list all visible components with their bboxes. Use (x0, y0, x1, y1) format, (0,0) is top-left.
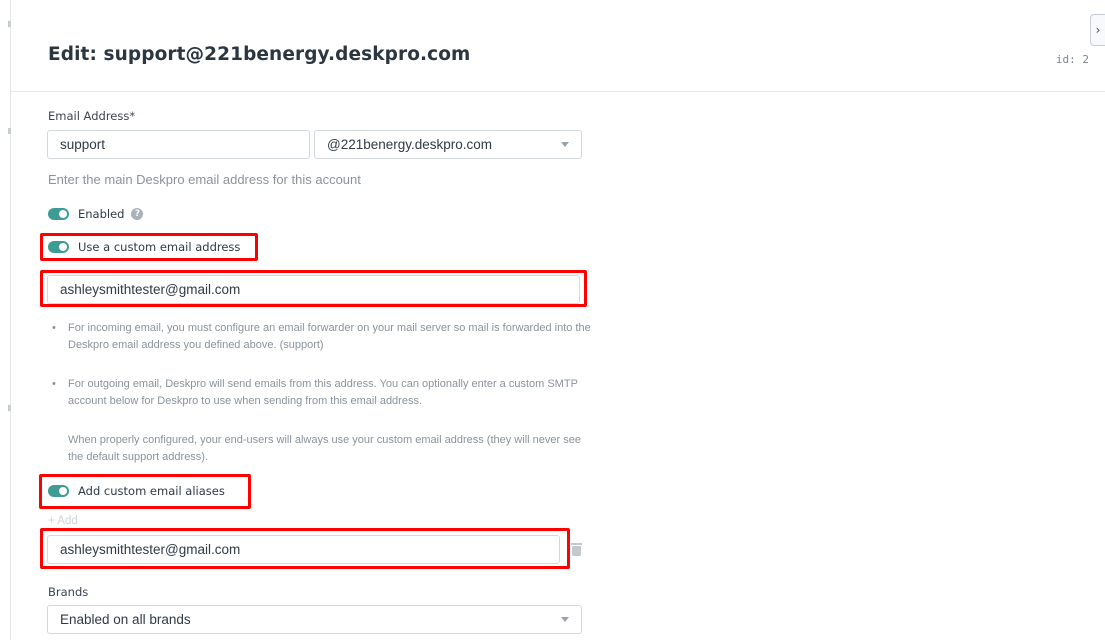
enabled-toggle-row: Enabled ? (48, 207, 144, 221)
incoming-email-note: • For incoming email, you must configure… (52, 320, 592, 354)
custom-email-label: Use a custom email address (78, 240, 241, 254)
email-domain-select[interactable]: @221benergy.deskpro.com (314, 130, 582, 159)
toggle-knob (59, 243, 67, 251)
email-local-part-input[interactable]: support (47, 130, 310, 159)
email-address-label: Email Address* (48, 109, 136, 123)
left-edge-marker (8, 21, 11, 27)
collapse-panel-button[interactable]: › (1090, 14, 1105, 46)
outgoing-email-note: • For outgoing email, Deskpro will send … (52, 376, 592, 410)
alias-input[interactable]: ashleysmithtester@gmail.com (47, 535, 560, 564)
note-text: When properly configured, your end-users… (68, 434, 581, 463)
note-text: For outgoing email, Deskpro will send em… (68, 378, 578, 407)
left-edge-marker (8, 405, 11, 411)
custom-email-toggle[interactable] (48, 241, 69, 253)
custom-address-note: When properly configured, your end-users… (52, 432, 592, 466)
email-address-help: Enter the main Deskpro email address for… (48, 172, 361, 187)
note-bullet: • (52, 322, 56, 334)
record-id: id: 2 (1055, 53, 1089, 66)
chevron-down-icon (561, 142, 569, 147)
trash-lid (571, 543, 582, 545)
aliases-label: Add custom email aliases (78, 484, 225, 498)
brands-select[interactable]: Enabled on all brands (47, 605, 582, 634)
email-domain-value: @221benergy.deskpro.com (327, 137, 493, 152)
brands-value: Enabled on all brands (60, 612, 191, 627)
note-text: For incoming email, you must configure a… (68, 322, 591, 351)
aliases-toggle-row: Add custom email aliases (48, 484, 225, 498)
aliases-toggle[interactable] (48, 485, 69, 497)
add-alias-link[interactable]: + Add (48, 515, 78, 527)
brands-label: Brands (48, 585, 89, 599)
left-edge-marker (8, 128, 11, 134)
toggle-knob (59, 210, 67, 218)
question-circle-icon[interactable]: ? (131, 208, 144, 220)
header-divider (11, 91, 1105, 92)
toggle-knob (59, 487, 67, 495)
trash-can (572, 546, 581, 556)
enabled-label: Enabled (78, 207, 125, 221)
custom-email-input[interactable]: ashleysmithtester@gmail.com (47, 275, 580, 304)
note-bullet: • (52, 378, 56, 390)
page-left-border (10, 0, 11, 640)
chevron-right-icon: › (1095, 23, 1101, 37)
page-title: Edit: support@221benergy.deskpro.com (48, 44, 471, 65)
enabled-toggle[interactable] (48, 208, 69, 220)
custom-email-toggle-row: Use a custom email address (48, 240, 240, 254)
chevron-down-icon (561, 617, 569, 622)
trash-icon[interactable] (571, 543, 582, 556)
